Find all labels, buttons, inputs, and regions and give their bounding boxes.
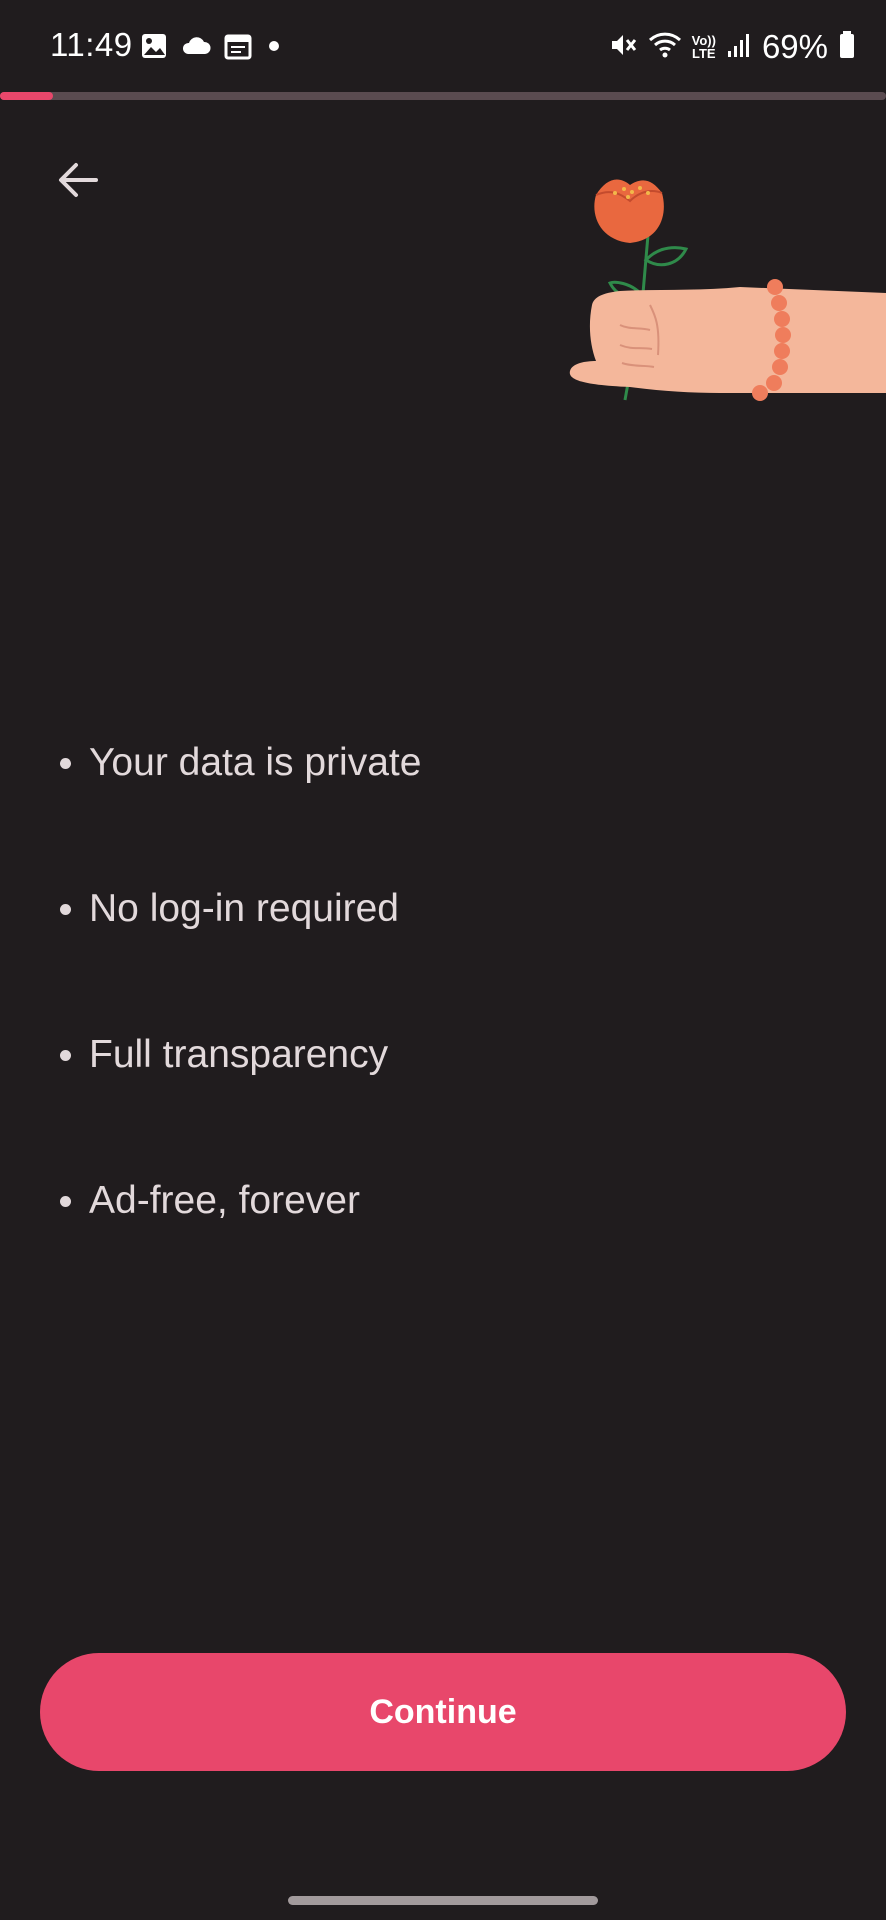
volte-label-bottom: LTE <box>691 46 716 61</box>
progress-fill <box>0 92 54 100</box>
bullet-icon <box>60 1195 71 1207</box>
battery-percent: 69% <box>761 28 828 65</box>
arrow-left-icon <box>59 163 98 197</box>
calendar-icon <box>224 32 252 65</box>
feature-text: No log-in required <box>89 887 400 930</box>
dot-icon <box>264 36 284 61</box>
back-button[interactable] <box>48 150 108 210</box>
gallery-icon <box>140 32 168 65</box>
status-bar: 11:49 Vo)) LTE 69% <box>0 0 886 92</box>
feature-item-ad-free: Ad-free, forever <box>60 1128 421 1274</box>
bullet-icon <box>60 1049 71 1061</box>
bullet-icon <box>60 757 71 769</box>
wifi-icon <box>648 30 682 65</box>
feature-list: Your data is private No log-in required … <box>60 690 421 1274</box>
status-right-icons: Vo)) LTE 69% <box>608 28 856 66</box>
feature-text: Full transparency <box>89 1033 389 1076</box>
hand-flower-illustration <box>560 165 886 425</box>
battery-icon <box>838 30 856 65</box>
continue-button[interactable]: Continue <box>40 1653 846 1771</box>
onboarding-progress <box>0 92 886 100</box>
feature-text: Ad-free, forever <box>89 1179 360 1222</box>
feature-text: Your data is private <box>89 741 422 784</box>
signal-icon <box>726 31 752 64</box>
feature-item-no-login: No log-in required <box>60 836 421 982</box>
mute-icon <box>608 30 638 65</box>
status-time: 11:49 <box>50 26 133 63</box>
feature-item-transparency: Full transparency <box>60 982 421 1128</box>
volte-icon: Vo)) LTE <box>692 34 716 60</box>
home-indicator[interactable] <box>288 1896 598 1905</box>
cloud-icon <box>180 34 212 63</box>
status-left-icons <box>140 32 284 65</box>
bullet-icon <box>60 903 71 915</box>
feature-item-private: Your data is private <box>60 690 421 836</box>
